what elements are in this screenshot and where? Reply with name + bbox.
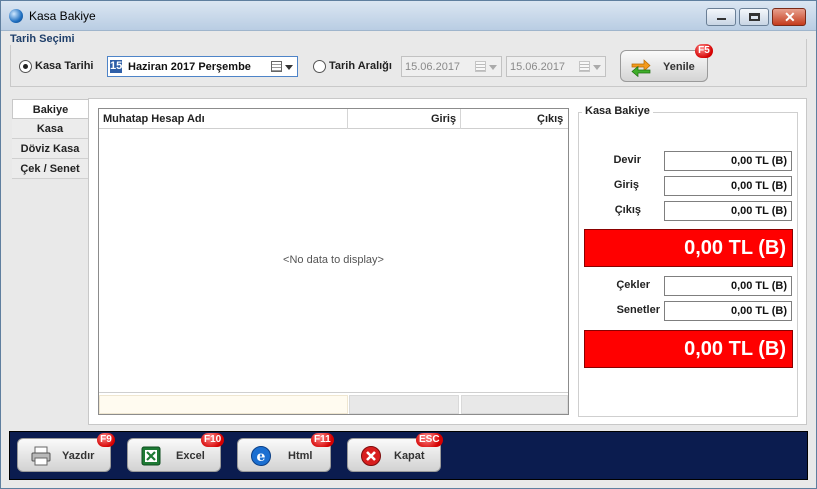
column-separator[interactable] — [460, 109, 461, 129]
app-globe-icon — [9, 9, 23, 23]
tarih-araligi-radio[interactable] — [313, 60, 326, 73]
calendar-icon — [475, 61, 486, 72]
range-end-text: 15.06.2017 — [510, 61, 566, 73]
grid-header: Muhatap Hesap Adı Giriş Çıkış — [99, 109, 568, 129]
chevron-down-icon[interactable] — [285, 65, 293, 70]
title-bar[interactable]: Kasa Bakiye ✕ — [1, 1, 816, 31]
print-label: Yazdır — [62, 450, 95, 462]
kasa-tarihi-label[interactable]: Kasa Tarihi — [35, 60, 94, 72]
senetler-value: 0,00 TL (B) — [664, 301, 792, 321]
close-icon: ✕ — [784, 9, 796, 25]
excel-shortcut-badge: F10 — [201, 433, 225, 447]
date-selection-legend: Tarih Seçimi — [10, 33, 79, 45]
excel-label: Excel — [176, 450, 205, 462]
footer-cell-name — [99, 395, 348, 414]
range-start-text: 15.06.2017 — [405, 61, 461, 73]
footer-cell-cikis — [461, 395, 568, 414]
grid-footer — [99, 392, 568, 414]
svg-text:e: e — [257, 449, 266, 465]
selected-day: 15 — [110, 60, 123, 73]
printer-icon — [31, 446, 51, 466]
html-shortcut-badge: F11 — [311, 433, 334, 447]
footer-cell-giris — [349, 395, 459, 414]
chevron-down-icon — [489, 65, 497, 70]
devir-label: Devir — [613, 154, 641, 166]
maximize-button[interactable] — [739, 8, 769, 26]
giris-value: 0,00 TL (B) — [664, 176, 792, 196]
cekler-label: Çekler — [616, 279, 650, 291]
tab-bakiye[interactable]: Bakiye — [12, 99, 88, 119]
tarih-araligi-label[interactable]: Tarih Aralığı — [329, 60, 392, 72]
tab-kasa[interactable]: Kasa — [12, 119, 88, 139]
total-balance-2: 0,00 TL (B) — [584, 330, 793, 368]
excel-icon — [141, 446, 161, 466]
kasa-tarihi-radio[interactable] — [19, 60, 32, 73]
senetler-label: Senetler — [616, 304, 660, 316]
close-window-button[interactable]: ✕ — [772, 8, 806, 26]
close-label: Kapat — [394, 450, 425, 462]
selected-date-text: Haziran 2017 Perşembe — [128, 61, 251, 73]
print-shortcut-badge: F9 — [97, 433, 115, 447]
kasa-bakiye-legend: Kasa Bakiye — [582, 105, 653, 117]
maximize-icon — [749, 13, 760, 21]
tab-doviz-kasa[interactable]: Döviz Kasa — [12, 139, 88, 159]
cikis-value: 0,00 TL (B) — [664, 201, 792, 221]
column-cikis[interactable]: Çıkış — [537, 113, 563, 125]
tab-cek-senet[interactable]: Çek / Senet — [12, 159, 88, 179]
chevron-down-icon — [593, 65, 601, 70]
column-separator[interactable] — [347, 109, 348, 129]
range-start-date-picker[interactable]: 15.06.2017 — [401, 56, 502, 77]
kasa-tarihi-date-picker[interactable]: 15 Haziran 2017 Perşembe — [107, 56, 298, 77]
column-muhatap-hesap-adi[interactable]: Muhatap Hesap Adı — [103, 113, 205, 125]
range-end-date-picker[interactable]: 15.06.2017 — [506, 56, 606, 77]
column-giris[interactable]: Giriş — [431, 113, 456, 125]
refresh-label: Yenile — [663, 61, 695, 73]
cekler-value: 0,00 TL (B) — [664, 276, 792, 296]
minimize-icon — [717, 18, 726, 20]
close-shortcut-badge: ESC — [416, 433, 443, 447]
grid-empty-message: <No data to display> — [283, 254, 384, 266]
refresh-shortcut-badge: F5 — [695, 44, 713, 58]
cikis-label: Çıkış — [614, 204, 641, 216]
transactions-grid[interactable]: Muhatap Hesap Adı Giriş Çıkış <No data t… — [98, 108, 569, 415]
refresh-button[interactable]: Yenile — [620, 50, 708, 82]
kasa-bakiye-window: Kasa Bakiye ✕ Tarih Seçimi Kasa Tarihi 1… — [0, 0, 817, 489]
calendar-icon[interactable] — [271, 61, 282, 72]
refresh-arrows-icon — [631, 59, 651, 77]
internet-explorer-icon: e — [251, 446, 271, 466]
total-balance-1: 0,00 TL (B) — [584, 229, 793, 267]
close-x-icon — [361, 446, 381, 466]
html-label: Html — [288, 450, 313, 462]
minimize-button[interactable] — [706, 8, 736, 26]
giris-label: Giriş — [613, 179, 639, 191]
window-title: Kasa Bakiye — [29, 9, 96, 23]
devir-value: 0,00 TL (B) — [664, 151, 792, 171]
calendar-icon — [579, 61, 590, 72]
